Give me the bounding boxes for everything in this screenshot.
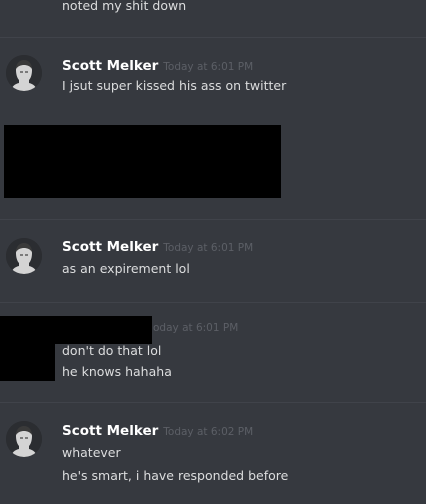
avatar[interactable]	[6, 238, 42, 274]
message-text: I jsut super kissed his ass on twitter	[62, 78, 287, 93]
user-avatar-icon	[6, 421, 42, 457]
author-name[interactable]: Scott Melker	[62, 58, 158, 74]
chat-log: noted my shit down Scott Melker Today at …	[0, 0, 426, 504]
message-text: he's smart, i have responded before	[62, 468, 289, 483]
message-timestamp: Today at 6:02 PM	[163, 426, 254, 438]
avatar[interactable]	[6, 55, 42, 91]
message-timestamp: Today at 6:01 PM	[163, 242, 254, 254]
message-divider	[0, 302, 426, 303]
message-text: as an expirement lol	[62, 261, 190, 276]
message-divider	[0, 402, 426, 403]
author-name[interactable]: Scott Melker	[62, 423, 158, 439]
avatar[interactable]	[6, 421, 42, 457]
redacted-avatar	[0, 340, 55, 381]
message-divider	[0, 219, 426, 220]
user-avatar-icon	[6, 55, 42, 91]
message-text: don't do that lol	[62, 343, 162, 358]
message-text: whatever	[62, 445, 121, 460]
redacted-image	[4, 125, 281, 198]
user-avatar-icon	[6, 238, 42, 274]
message-text: he knows hahaha	[62, 364, 172, 379]
message-text: noted my shit down	[62, 0, 187, 13]
message-header: Scott Melker Today at 6:02 PM	[62, 421, 253, 441]
message-timestamp: Today at 6:01 PM	[163, 61, 254, 73]
message-timestamp: oday at 6:01 PM	[153, 322, 239, 334]
message-divider	[0, 37, 426, 38]
message-header: Scott Melker Today at 6:01 PM	[62, 56, 253, 76]
author-name[interactable]: Scott Melker	[62, 239, 158, 255]
message-header: Scott Melker Today at 6:01 PM	[62, 237, 253, 257]
